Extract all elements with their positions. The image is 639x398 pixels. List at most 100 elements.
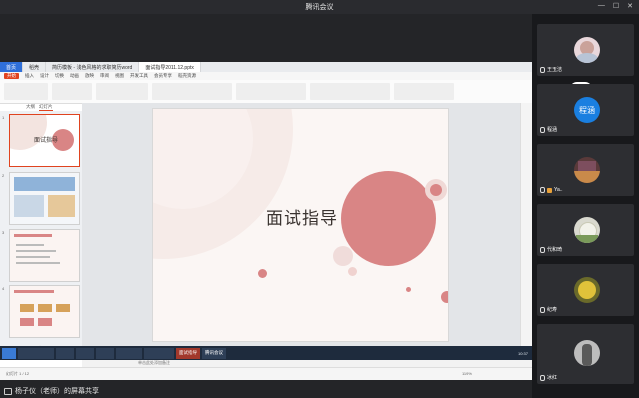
participant-name: 程涵	[547, 127, 558, 133]
participant-avatar	[574, 37, 600, 63]
meeting-title-bar: 腾讯会议 — ☐ ✕	[0, 0, 639, 14]
mic-icon	[540, 374, 545, 381]
slide-canvas-area: 面试指导	[82, 103, 520, 359]
participant-tile[interactable]: 代和琦	[537, 204, 634, 256]
red-dot-small	[406, 287, 411, 292]
slide-number: 1	[2, 115, 5, 120]
menu-devtools[interactable]: 开发工具	[130, 73, 148, 79]
tab-resume[interactable]: 简历模板 - 浅色风格的求职简历word	[46, 62, 140, 72]
menu-animation[interactable]: 动画	[70, 73, 79, 79]
taskbar-app-6[interactable]	[144, 347, 174, 359]
menu-slideshow[interactable]: 放映	[85, 73, 94, 79]
tab-daoke[interactable]: 稻壳	[23, 62, 47, 72]
slide-counter: 幻灯片 1 / 12	[6, 371, 30, 376]
font-group[interactable]	[96, 83, 148, 100]
participant-name-tag: 代和琦	[540, 246, 562, 253]
window-controls: — ☐ ✕	[598, 2, 633, 10]
slide-thumbnail-panel: 1 面试指导 2 3 4	[0, 111, 83, 359]
participant-tile[interactable]: 王玉洁	[537, 24, 634, 76]
styles-group[interactable]	[394, 83, 454, 100]
taskbar-meeting[interactable]: 腾讯会议	[202, 347, 226, 359]
screen-share-icon	[4, 387, 12, 395]
menu-design[interactable]: 设计	[40, 73, 49, 79]
participant-avatar	[574, 277, 600, 303]
participant-tile[interactable]: 冰红	[537, 324, 634, 384]
mic-icon	[540, 246, 545, 253]
taskbar-app-1[interactable]	[18, 347, 54, 359]
taskbar-app-3[interactable]	[76, 347, 94, 359]
pale-circle-small	[348, 267, 357, 276]
slides-group[interactable]	[52, 83, 92, 100]
participant-name: 纪寿	[547, 307, 558, 313]
ribbon-toolbar	[0, 80, 532, 104]
tray-clock: 10:37	[517, 350, 528, 356]
taskbar-app-2[interactable]	[56, 347, 74, 359]
red-circle-large	[341, 171, 436, 266]
editing-group[interactable]	[310, 83, 390, 100]
red-dot	[258, 269, 267, 278]
menu-view[interactable]: 视图	[115, 73, 124, 79]
mic-icon	[540, 306, 545, 313]
notes-bar[interactable]: 单击此处添加备注	[82, 359, 532, 367]
minimize-icon[interactable]: —	[598, 2, 605, 10]
slide-thumbnail-2[interactable]	[9, 172, 80, 225]
slide-title[interactable]: 面试指导	[266, 204, 338, 229]
tab-presentation[interactable]: 面试指导2011.12.pptx	[139, 62, 201, 72]
current-slide: 面试指导	[152, 108, 449, 342]
avatar-text: 程涵	[579, 105, 595, 115]
mic-icon	[540, 126, 545, 133]
participant-name-tag: 王玉洁	[540, 66, 562, 73]
thumbnail-title: 面试指导	[34, 138, 59, 144]
taskbar-wps[interactable]: 面试指导	[176, 347, 200, 359]
participant-tile[interactable]: 纪寿	[537, 264, 634, 316]
tab-home[interactable]: 首页	[0, 62, 24, 72]
slide-thumbnail-1[interactable]: 面试指导	[9, 114, 80, 167]
menu-insert[interactable]: 插入	[25, 73, 34, 79]
slide-number: 2	[2, 173, 5, 178]
maximize-icon[interactable]: ☐	[613, 2, 619, 10]
participant-name: 代和琦	[547, 247, 563, 253]
small-circle-dot	[430, 184, 442, 196]
clipboard-group[interactable]	[4, 83, 48, 100]
red-dot-edge	[441, 291, 448, 303]
mic-icon	[540, 187, 545, 193]
pale-circle	[333, 246, 353, 266]
slide-thumbnail-4[interactable]	[9, 285, 80, 338]
taskbar-app-4[interactable]	[96, 347, 114, 359]
share-indicator: 杨子仪（老师）的屏幕共享	[4, 386, 99, 396]
participant-name: 冰红	[547, 375, 558, 381]
slide-thumbnail-3[interactable]	[9, 229, 80, 282]
participant-name: 王玉洁	[547, 67, 563, 73]
participant-tile[interactable]: Ya..	[537, 144, 634, 196]
participant-name-tag: Ya..	[540, 187, 563, 193]
menu-start[interactable]: 开始	[4, 73, 19, 79]
menu-review[interactable]: 审阅	[100, 73, 109, 79]
taskbar-app-5[interactable]	[116, 347, 142, 359]
slide-number: 3	[2, 230, 5, 235]
mic-icon	[540, 66, 545, 73]
view-tabs: 大纲 幻灯片	[0, 104, 80, 111]
participant-tile[interactable]: 程涵 程涵	[537, 84, 634, 136]
screen-share-area: 首页 稻壳 简历模板 - 浅色风格的求职简历word 面试指导2011.12.p…	[0, 14, 532, 398]
participant-avatar	[574, 217, 600, 243]
participant-avatar	[574, 340, 600, 366]
close-icon[interactable]: ✕	[627, 2, 633, 10]
slide-number: 4	[2, 286, 5, 291]
participant-avatar: 程涵	[574, 97, 600, 123]
tab-slides[interactable]: 幻灯片	[39, 104, 53, 111]
share-label-text: 杨子仪（老师）的屏幕共享	[15, 388, 99, 395]
menu-member[interactable]: 会员专享	[154, 73, 172, 79]
avatar-mini-icon	[547, 187, 552, 193]
start-icon[interactable]	[2, 347, 16, 359]
tab-outline[interactable]: 大纲	[26, 104, 35, 111]
right-tool-rail[interactable]	[520, 103, 532, 359]
menu-transition[interactable]: 切换	[55, 73, 64, 79]
ribbon-menu: 开始 插入 设计 切换 动画 放映 审阅 视图 开发工具 会员专享 稻壳资源	[0, 72, 532, 80]
notes-placeholder: 单击此处添加备注	[138, 360, 170, 365]
paragraph-group[interactable]	[152, 83, 232, 100]
participant-sidebar: 48% 王玉洁 程涵 程涵 Ya..	[532, 14, 639, 398]
participant-name-tag: 冰红	[540, 374, 557, 381]
shapes-group[interactable]	[236, 83, 306, 100]
zoom-level[interactable]: 119%	[462, 371, 472, 376]
menu-resources[interactable]: 稻壳资源	[178, 73, 196, 79]
